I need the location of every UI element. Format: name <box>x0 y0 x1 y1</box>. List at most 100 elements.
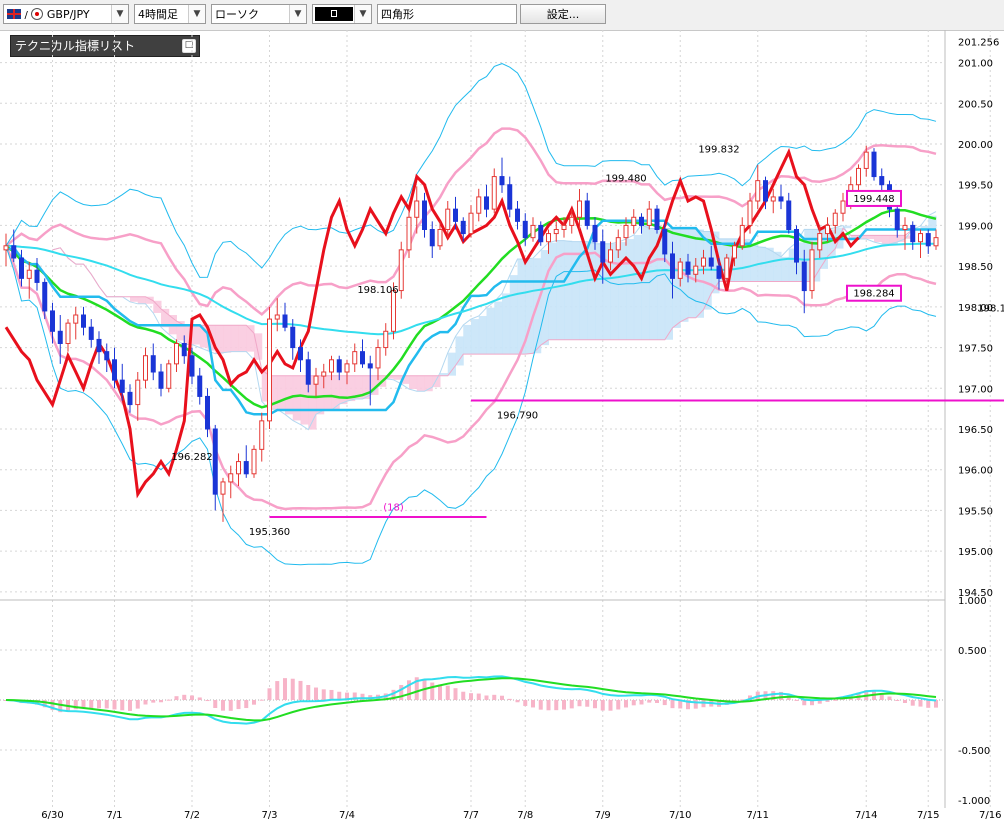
y-tick-label: 197.50 <box>958 344 993 355</box>
candle-bear <box>243 461 249 475</box>
cloud-segment <box>556 240 565 340</box>
candle-bull <box>530 224 536 239</box>
cloud-segment <box>362 375 371 400</box>
cloud-segment <box>323 375 332 411</box>
macd-histogram-bar <box>422 678 427 700</box>
macd-histogram-bar <box>608 700 613 711</box>
candle-bull <box>902 224 908 231</box>
cloud-segment <box>447 352 456 376</box>
candle-bull <box>445 208 451 230</box>
candle-bear <box>871 151 877 178</box>
macd-histogram-bar <box>11 700 16 701</box>
macd-histogram-bar <box>407 680 411 700</box>
candle-bear <box>925 233 931 247</box>
price-annotation: 199.448 <box>853 194 894 205</box>
y-tick-label: 199.50 <box>958 181 993 192</box>
grid <box>0 30 991 808</box>
candle-bull <box>747 200 753 226</box>
chart-type-select[interactable]: ローソク ▼ <box>211 4 307 24</box>
candle-bull <box>391 290 396 332</box>
macd-histogram-bar <box>724 700 729 705</box>
macd-histogram-bar <box>244 700 249 709</box>
macd-histogram-bar <box>926 700 931 708</box>
drawing-tool-field[interactable]: 四角形 <box>377 4 517 24</box>
macd-histogram-bar <box>647 700 652 703</box>
maximize-icon[interactable]: □ <box>182 39 196 53</box>
macd-histogram-bar <box>469 693 473 700</box>
macd-histogram-bar <box>290 678 295 700</box>
candle-bull <box>739 224 745 247</box>
cloud-segment <box>478 316 487 355</box>
candle-bear <box>212 428 218 495</box>
cloud-segment <box>587 241 596 340</box>
cloud-segment <box>370 375 379 395</box>
candle-bull <box>933 237 939 247</box>
cloud-segment <box>719 238 728 282</box>
macd-histogram-bar <box>391 689 396 700</box>
cloud-segment <box>161 308 170 328</box>
cloud-segment <box>804 229 813 282</box>
currency-pair-select[interactable]: / GBP/JPY ▼ <box>3 4 129 24</box>
cloud-segment <box>354 375 363 400</box>
y-tick-label: 201.256 <box>958 38 999 49</box>
macd-panel <box>4 675 938 725</box>
cloud-segment <box>316 375 325 415</box>
candle-bear <box>507 184 513 210</box>
candle-bear <box>429 229 435 247</box>
bb-inner-lower <box>4 245 937 511</box>
macd-histogram-bar <box>841 697 845 700</box>
bb-middle-line <box>5 209 937 409</box>
y-tick-label: 201.00 <box>958 59 993 70</box>
cloud-segment <box>424 375 433 392</box>
candle-bull <box>817 233 823 251</box>
technical-indicator-list[interactable]: テクニカル指標リスト □ <box>10 35 200 57</box>
macd-histogram-bar <box>554 700 559 711</box>
candle-bear <box>290 326 296 349</box>
candle-bear <box>127 391 133 406</box>
chevron-down-icon[interactable]: ▼ <box>289 5 306 23</box>
candle-bear <box>119 379 125 393</box>
macd-histogram-bar <box>329 689 334 700</box>
timeframe-select[interactable]: 4時間足 ▼ <box>134 4 206 24</box>
macd-histogram-bar <box>833 699 838 701</box>
x-tick-label: 7/2 <box>184 810 200 821</box>
chevron-down-icon[interactable]: ▼ <box>111 5 128 23</box>
candles <box>3 145 939 522</box>
candle-bear <box>104 351 110 361</box>
chevron-down-icon[interactable]: ▼ <box>188 5 205 23</box>
macd-histogram-bar <box>771 691 776 700</box>
candle-bull <box>259 420 265 450</box>
price-chart[interactable]: 196.282 195.360 198.106 196.790 199.480 199.8… <box>0 0 1004 823</box>
candle-bear <box>584 200 590 226</box>
drawing-tool-label: 四角形 <box>381 8 414 21</box>
candle-bear <box>57 330 63 344</box>
horizontal-lines <box>269 399 1004 518</box>
candle-bull <box>267 318 272 422</box>
bb-inner-upper <box>5 127 937 317</box>
color-select[interactable]: ▼ <box>312 4 372 24</box>
cloud-segment <box>750 243 759 282</box>
cloud-segment <box>765 247 774 282</box>
macd-histogram-bar <box>453 688 458 700</box>
chevron-down-icon[interactable]: ▼ <box>354 5 371 23</box>
candle-bear <box>592 224 598 243</box>
cloud-segment <box>533 258 542 354</box>
macd-histogram-bar <box>562 700 566 710</box>
cloud-segment <box>711 231 720 294</box>
candle-bear <box>654 208 660 230</box>
candle-bull <box>561 224 567 231</box>
cloud-segment <box>928 215 937 230</box>
macd-histogram-bar <box>360 693 365 700</box>
x-tick-label: 7/7 <box>463 810 479 821</box>
macd-histogram-bar <box>848 695 853 700</box>
candle-bull <box>701 257 706 267</box>
cloud-segment <box>781 256 790 282</box>
cloud-segment <box>866 235 875 240</box>
candle-bull <box>755 180 761 202</box>
macd-histogram-bar <box>259 699 264 701</box>
settings-button[interactable]: 設定... <box>520 4 606 24</box>
macd-histogram-bar <box>492 694 497 700</box>
macd-histogram-bar <box>701 700 706 708</box>
candle-bear <box>786 200 792 230</box>
macd-histogram-bar <box>864 690 869 700</box>
